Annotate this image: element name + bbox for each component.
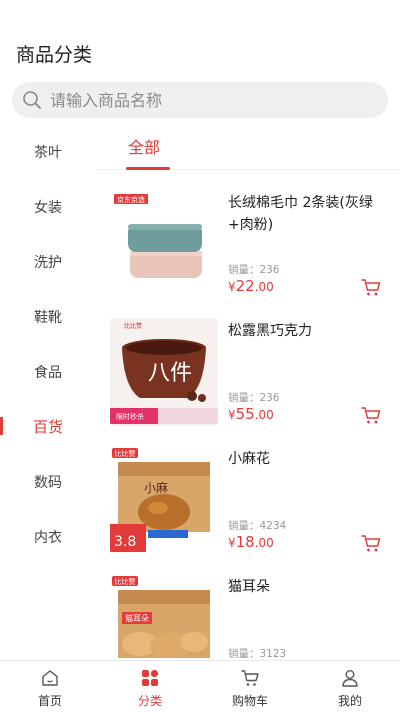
product-image[interactable]: 比比赞 小麻 3.8 — [110, 446, 218, 554]
package-price: 3.8 — [114, 534, 136, 550]
product-image[interactable]: 比比赞 八件 限时秒杀 — [110, 318, 218, 426]
add-to-cart-icon[interactable] — [360, 532, 382, 554]
product-name: 长绒棉毛巾 2条装(灰绿+肉粉) — [228, 195, 373, 233]
home-icon — [40, 668, 60, 688]
tab-label: 分类 — [137, 694, 162, 708]
package-label: 小麻 — [144, 480, 168, 495]
tab-indicator — [126, 167, 170, 170]
promo-text: 限时秒杀 — [116, 412, 144, 421]
product-sales: 销量：3123 — [228, 648, 287, 658]
sidebar-item-general-goods[interactable]: 百货 — [0, 399, 96, 454]
product-card[interactable]: 比比赞 小麻 3.8 小麻花 销量：4234 ¥18.00 — [96, 436, 400, 564]
tab-label: 首页 — [37, 694, 62, 708]
package-label: 猫耳朵 — [125, 613, 149, 623]
product-sales: 销量：236 — [228, 392, 280, 404]
sidebar-item-label: 茶叶 — [34, 144, 62, 161]
overlay-text: 八件 — [148, 361, 192, 386]
sidebar-item-label: 女装 — [34, 199, 62, 216]
search-bar[interactable] — [12, 82, 388, 118]
product-name: 小麻花 — [228, 451, 270, 467]
sidebar-item-label: 数码 — [34, 474, 62, 491]
product-price: ¥18.00 — [228, 533, 274, 551]
category-icon — [140, 668, 160, 688]
add-to-cart-icon[interactable] — [360, 404, 382, 426]
profile-icon — [340, 668, 360, 688]
tab-label: 购物车 — [231, 694, 268, 708]
sidebar-item-label: 食品 — [34, 364, 62, 381]
tab-home[interactable]: 首页 — [0, 661, 100, 712]
search-input[interactable] — [50, 90, 350, 110]
sidebar-item-digital[interactable]: 数码 — [0, 454, 96, 509]
sidebar-item-women-clothing[interactable]: 女装 — [0, 179, 96, 234]
product-name: 松露黑巧克力 — [228, 323, 312, 339]
page-title: 商品分类 — [16, 44, 93, 66]
sidebar-item-label: 百货 — [32, 418, 63, 436]
subcategory-tabs: 全部 — [96, 124, 400, 170]
tab-cart[interactable]: 购物车 — [200, 661, 300, 712]
jd-badge-text: 京东京造 — [117, 195, 145, 204]
product-image[interactable]: 京东京造 — [110, 190, 218, 298]
brand-text: 比比赞 — [115, 577, 136, 586]
bottom-tab-bar: 首页 分类 购物车 我的 — [0, 660, 400, 712]
sidebar-item-tea[interactable]: 茶叶 — [0, 124, 96, 179]
category-sidebar: 茶叶 女装 洗护 鞋靴 食品 百货 数码 内衣 — [0, 124, 96, 564]
product-card[interactable]: 比比赞 猫耳朵 猫耳朵 销量：3123 — [96, 564, 400, 658]
sidebar-item-label: 内衣 — [34, 529, 62, 546]
product-list[interactable]: 京东京造 长绒棉毛巾 2条装(灰绿+肉粉) 销量：236 ¥22.00 比比赞 — [96, 180, 400, 658]
product-card[interactable]: 比比赞 八件 限时秒杀 松露黑巧克力 销量：236 ¥55.00 — [96, 308, 400, 436]
search-icon — [22, 90, 42, 110]
sidebar-item-shoes[interactable]: 鞋靴 — [0, 289, 96, 344]
sidebar-item-label: 洗护 — [34, 254, 62, 271]
sidebar-item-food[interactable]: 食品 — [0, 344, 96, 399]
product-price: ¥22.00 — [228, 277, 274, 295]
tab-label: 我的 — [337, 694, 362, 708]
brand-text: 比比赞 — [115, 449, 136, 458]
tab-profile[interactable]: 我的 — [300, 661, 400, 712]
product-image[interactable]: 比比赞 猫耳朵 — [110, 574, 218, 658]
add-to-cart-icon[interactable] — [360, 276, 382, 298]
tab-category[interactable]: 分类 — [100, 661, 200, 712]
brand-text: 比比赞 — [124, 322, 142, 330]
tab-all[interactable]: 全部 — [128, 134, 160, 158]
sidebar-item-underwear[interactable]: 内衣 — [0, 509, 96, 564]
product-sales: 销量：4234 — [228, 520, 287, 532]
sidebar-item-personal-care[interactable]: 洗护 — [0, 234, 96, 289]
product-name: 猫耳朵 — [228, 579, 270, 595]
cart-icon — [240, 668, 260, 688]
sidebar-item-label: 鞋靴 — [34, 309, 62, 326]
product-card[interactable]: 京东京造 长绒棉毛巾 2条装(灰绿+肉粉) 销量：236 ¥22.00 — [96, 180, 400, 308]
product-price: ¥55.00 — [228, 405, 274, 423]
product-sales: 销量：236 — [228, 264, 280, 276]
